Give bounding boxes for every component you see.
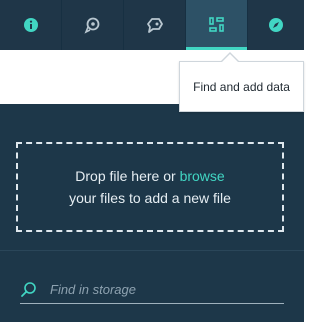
tag-button[interactable] (124, 0, 186, 50)
location-pin-icon (83, 17, 99, 34)
tooltip-caret-fill (222, 54, 238, 62)
find-data-button[interactable] (186, 0, 248, 50)
section-divider (0, 250, 304, 251)
search-input[interactable] (50, 282, 270, 297)
info-icon (23, 18, 38, 32)
dropzone-text-after: your files to add a new file (69, 190, 231, 206)
search-icon (21, 281, 36, 297)
dropzone-text-before: Drop file here or (75, 168, 180, 184)
tooltip-text: Find and add data (193, 79, 290, 94)
data-grid-icon (208, 17, 224, 32)
compass-icon (269, 18, 283, 32)
file-dropzone[interactable]: Drop file here or browse your files to a… (16, 142, 284, 232)
info-button[interactable] (0, 0, 62, 50)
tag-icon (146, 18, 163, 33)
top-toolbar (0, 0, 304, 50)
browse-link[interactable]: browse (180, 168, 225, 184)
dropzone-line-1: Drop file here or browse (75, 165, 224, 187)
tooltip: Find and add data (179, 61, 304, 112)
storage-search (20, 276, 284, 304)
location-button[interactable] (62, 0, 124, 50)
explore-button[interactable] (248, 0, 304, 50)
